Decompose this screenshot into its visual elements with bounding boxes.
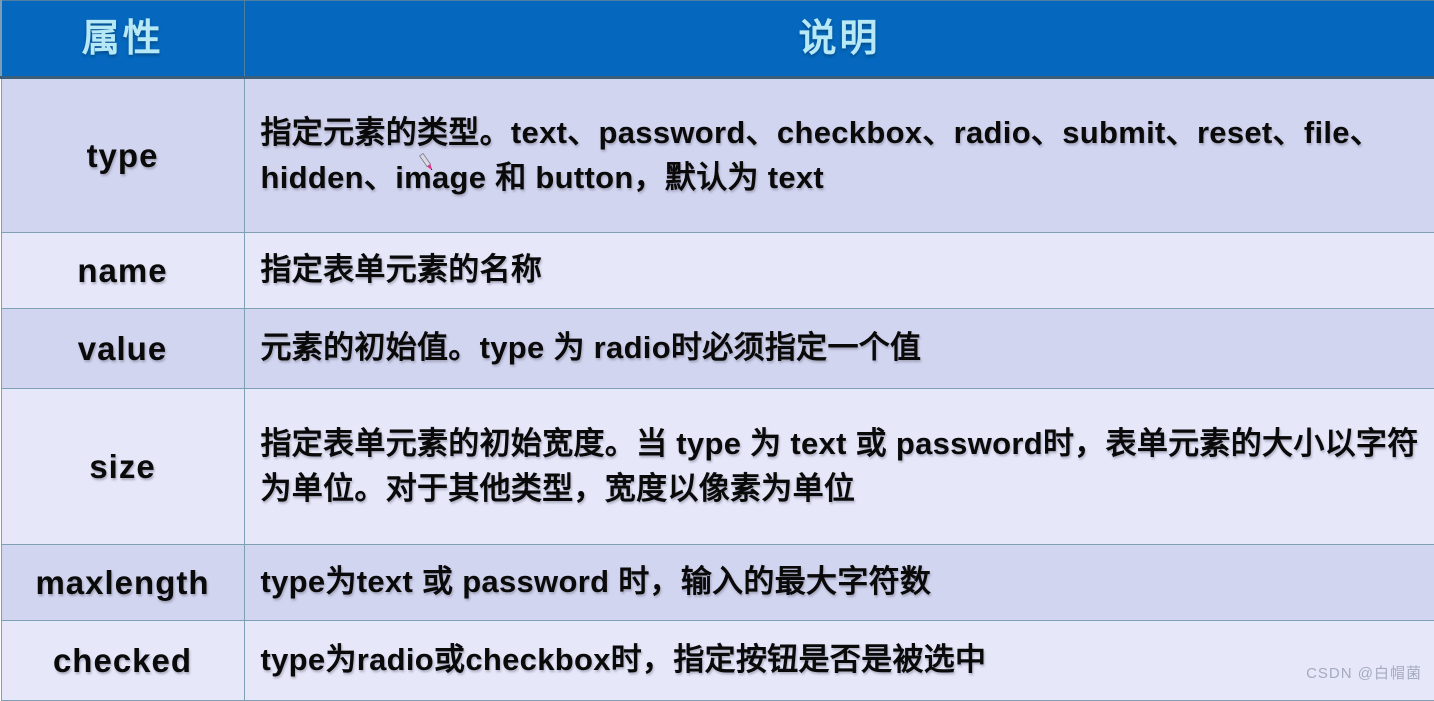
attribute-label: type — [2, 137, 244, 175]
cell-attribute-description: type为radio或checkbox时，指定按钮是否是被选中 — [244, 621, 1434, 701]
cell-attribute-name: checked — [1, 621, 244, 701]
table-header: 属性 说明 — [1, 1, 1434, 78]
table-row: checked type为radio或checkbox时，指定按钮是否是被选中 — [1, 621, 1434, 701]
input-attributes-table: 属性 说明 type 指定元素的类型。text、password、checkbo… — [0, 0, 1434, 701]
cell-attribute-name: size — [1, 389, 244, 545]
table-row: maxlength type为text 或 password 时，输入的最大字符… — [1, 545, 1434, 621]
cell-attribute-name: name — [1, 233, 244, 309]
attribute-label: name — [2, 252, 244, 290]
cell-attribute-name: value — [1, 309, 244, 389]
attribute-label: checked — [2, 642, 244, 680]
table-row: size 指定表单元素的初始宽度。当 type 为 text 或 passwor… — [1, 389, 1434, 545]
column-header-description: 说明 — [244, 1, 1434, 78]
table-row: value 元素的初始值。type 为 radio时必须指定一个值 — [1, 309, 1434, 389]
attribute-label: value — [2, 330, 244, 368]
cell-attribute-description: type为text 或 password 时，输入的最大字符数 — [244, 545, 1434, 621]
table-row: name 指定表单元素的名称 — [1, 233, 1434, 309]
description-text: type为text 或 password 时，输入的最大字符数 — [261, 560, 1434, 605]
cell-attribute-description: 指定表单元素的初始宽度。当 type 为 text 或 password时，表单… — [244, 389, 1434, 545]
cell-attribute-description: 指定元素的类型。text、password、checkbox、radio、sub… — [244, 78, 1434, 233]
description-text: 指定表单元素的名称 — [261, 248, 1434, 293]
column-header-attribute: 属性 — [1, 1, 244, 78]
description-text: 指定元素的类型。text、password、checkbox、radio、sub… — [261, 111, 1434, 201]
description-text: 指定表单元素的初始宽度。当 type 为 text 或 password时，表单… — [261, 422, 1434, 512]
description-text: type为radio或checkbox时，指定按钮是否是被选中 — [261, 638, 1434, 683]
cell-attribute-description: 元素的初始值。type 为 radio时必须指定一个值 — [244, 309, 1434, 389]
cell-attribute-description: 指定表单元素的名称 — [244, 233, 1434, 309]
cell-attribute-name: maxlength — [1, 545, 244, 621]
attribute-label: size — [2, 448, 244, 486]
column-header-description-label: 说明 — [245, 20, 1434, 58]
column-header-attribute-label: 属性 — [2, 20, 244, 58]
table-header-row: 属性 说明 — [1, 1, 1434, 78]
cell-attribute-name: type — [1, 78, 244, 233]
table-body: type 指定元素的类型。text、password、checkbox、radi… — [1, 78, 1434, 701]
table-row: type 指定元素的类型。text、password、checkbox、radi… — [1, 78, 1434, 233]
description-text: 元素的初始值。type 为 radio时必须指定一个值 — [261, 326, 1434, 371]
attribute-label: maxlength — [2, 564, 244, 602]
